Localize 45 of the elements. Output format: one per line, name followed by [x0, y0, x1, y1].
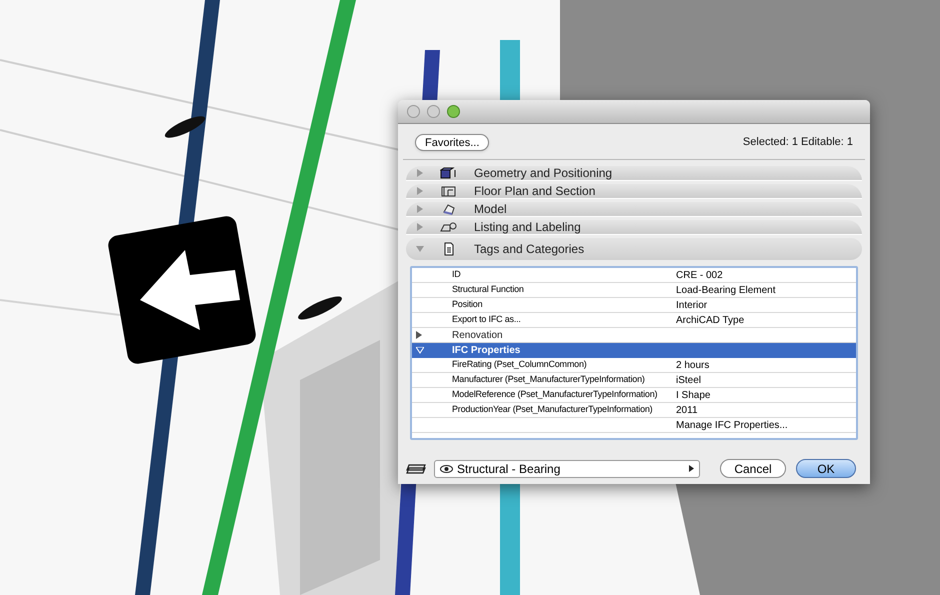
panel-header[interactable]: Listing and Labeling: [406, 220, 862, 235]
property-value: ArchiCAD Type: [676, 314, 744, 328]
close-button[interactable]: [407, 105, 420, 118]
property-name: Export to IFC as...: [451, 313, 522, 326]
expanded-triangle-icon: [416, 347, 424, 354]
collapsed-triangle-icon: [416, 223, 424, 231]
property-name: FireRating (Pset_ColumnCommon): [451, 358, 588, 372]
ok-button[interactable]: OK: [796, 459, 856, 478]
expanded-triangle-icon: [416, 245, 424, 253]
collapsed-triangle-icon: [416, 331, 423, 339]
collapsed-triangle-icon: [416, 205, 424, 213]
property-name: Structural Function: [451, 283, 525, 296]
layer-dropdown[interactable]: Structural - Bearing: [434, 460, 700, 478]
property-value: I Shape: [676, 388, 710, 402]
property-name: ID: [451, 268, 462, 282]
collapsed-triangle-icon: [416, 187, 424, 195]
panel-header[interactable]: Geometry and Positioning: [406, 166, 862, 181]
panel-header[interactable]: Tags and Categories: [406, 238, 862, 260]
property-name: ProductionYear (Pset_ManufacturerTypeInformation): [451, 403, 654, 416]
label-icon: [440, 221, 458, 233]
collapsed-triangle-icon: [416, 169, 424, 177]
manage-properties-link[interactable]: Manage IFC Properties...: [676, 418, 788, 432]
minimize-button[interactable]: [427, 105, 440, 118]
box-icon: [440, 167, 458, 179]
floor-plan-icon: [440, 185, 458, 197]
property-value: Load-Bearing Element: [676, 284, 776, 298]
panel-header[interactable]: Model: [406, 202, 862, 217]
property-value: iSteel: [676, 374, 702, 388]
favorites-button[interactable]: Favorites...: [415, 134, 490, 151]
property-name: ModelReference (Pset_ManufacturerTypeInformation): [451, 388, 658, 402]
layers-icon: [406, 462, 428, 476]
property-name: Manufacturer (Pset_ManufacturerTypeInformation): [451, 373, 646, 386]
cancel-button[interactable]: Cancel: [720, 459, 786, 478]
property-name: Position: [451, 298, 484, 312]
selection-info: Selected: 1 Editable: 1: [742, 135, 853, 150]
eye-icon: [440, 464, 453, 472]
property-value: Interior: [676, 298, 708, 312]
zoom-button[interactable]: [447, 105, 460, 118]
property-value: CRE - 002: [676, 268, 723, 282]
property-value: 2011: [676, 404, 698, 418]
property-group-row[interactable]: IFC Properties: [412, 343, 856, 358]
property-value: 2 hours: [676, 358, 710, 372]
property-group-row[interactable]: Renovation: [412, 328, 856, 343]
dropdown-arrow-icon: [689, 465, 694, 472]
panel-header[interactable]: Floor Plan and Section: [406, 184, 862, 199]
